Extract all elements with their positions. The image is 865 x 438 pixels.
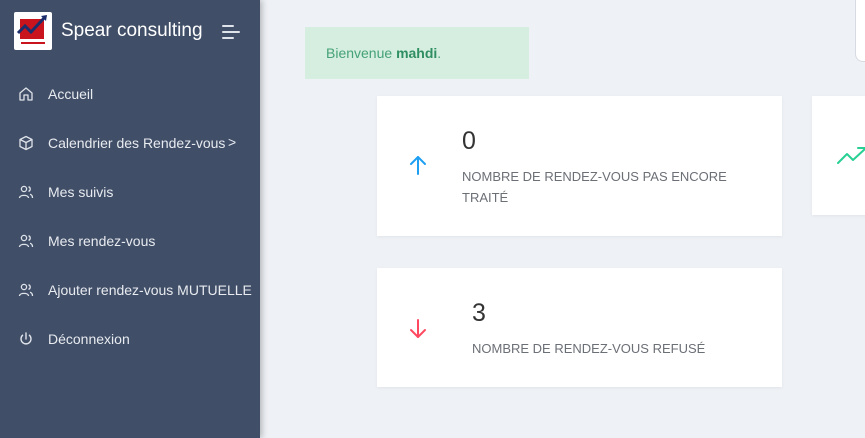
welcome-prefix: Bienvenue <box>326 45 397 61</box>
arrow-up-icon <box>408 154 428 181</box>
brand: Spear consulting <box>0 0 260 64</box>
welcome-username: mahdi <box>396 45 438 61</box>
stat-card-partial <box>812 96 865 215</box>
brand-logo[interactable] <box>14 12 52 50</box>
menu-toggle-button[interactable] <box>222 24 240 40</box>
users-icon <box>18 282 34 298</box>
stat-value: 3 <box>472 299 486 327</box>
sidebar-menu: Accueil Calendrier des Rendez-vous > Mes… <box>0 70 260 364</box>
box-icon <box>18 135 34 151</box>
welcome-suffix: . <box>437 45 442 61</box>
sidebar-item-label: Déconnexion <box>48 331 130 347</box>
chevron-right-icon: > <box>228 134 237 150</box>
stat-label: NOMBRE DE RENDEZ-VOUS PAS ENCORE TRAITÉ <box>462 169 727 205</box>
sidebar-item-label: Mes rendez-vous <box>48 233 156 249</box>
users-icon <box>18 233 34 249</box>
sidebar: Spear consulting Accueil Calendrier des … <box>0 0 260 438</box>
sidebar-item-label: Calendrier des Rendez-vous <box>48 135 226 151</box>
stat-card-pending: 0 NOMBRE DE RENDEZ-VOUS PAS ENCORE TRAIT… <box>377 96 782 236</box>
stat-card-refused: 3 NOMBRE DE RENDEZ-VOUS REFUSÉ <box>377 268 782 387</box>
welcome-alert: Bienvenue mahdi. <box>305 27 529 79</box>
trending-up-icon <box>836 146 865 171</box>
sidebar-item-calendrier[interactable]: Calendrier des Rendez-vous > <box>0 119 260 168</box>
arrow-down-icon <box>408 318 428 345</box>
home-icon <box>18 86 34 102</box>
sidebar-item-accueil[interactable]: Accueil <box>0 70 260 119</box>
sidebar-item-label: Ajouter rendez-vous MUTUELLE <box>48 282 252 298</box>
sidebar-item-label: Accueil <box>48 86 94 102</box>
stat-label: NOMBRE DE RENDEZ-VOUS REFUSÉ <box>472 341 706 356</box>
stat-value: 0 <box>462 127 476 155</box>
sidebar-item-mes-rendez-vous[interactable]: Mes rendez-vous <box>0 217 260 266</box>
users-icon <box>18 184 34 200</box>
sidebar-item-label: Mes suivis <box>48 184 114 200</box>
brand-name: Spear consulting <box>61 20 203 41</box>
sidebar-item-deconnexion[interactable]: Déconnexion <box>0 315 260 364</box>
top-right-panel <box>855 0 865 62</box>
sidebar-item-mes-suivis[interactable]: Mes suivis <box>0 168 260 217</box>
main-content: Bienvenue mahdi. 0 NOMBRE DE RENDEZ-VOUS… <box>260 0 865 438</box>
power-icon <box>18 331 34 347</box>
sidebar-item-ajouter-rendez-vous-mutuelle[interactable]: Ajouter rendez-vous MUTUELLE <box>0 266 260 315</box>
